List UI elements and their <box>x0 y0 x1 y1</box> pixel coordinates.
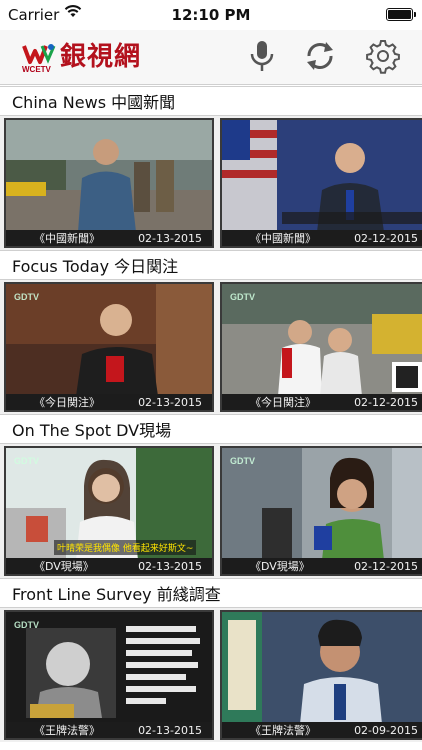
program-label: 《DV現場》 <box>250 560 310 573</box>
section-header-focus-today: Focus Today 今日関注 <box>0 250 422 280</box>
program-label: 《王牌法警》 <box>34 724 100 737</box>
date-label: 02-12-2015 <box>354 559 418 573</box>
program-label: 《DV現場》 <box>34 560 94 573</box>
brand-name: 銀視網 <box>60 42 142 72</box>
video-caption: 《DV現場》 02-12-2015 <box>222 558 422 574</box>
video-subtitle: 叶晴荣是我偶像 他看起来好斯文~ <box>54 540 197 555</box>
date-label: 02-12-2015 <box>354 395 418 409</box>
video-thumbnail[interactable]: GDTV 《DV現場》 02-12-2015 <box>220 446 422 576</box>
program-label: 《中國新聞》 <box>250 232 316 245</box>
video-preview-image <box>222 120 422 232</box>
video-preview-image <box>222 612 422 724</box>
video-thumbnail[interactable]: 《王牌法警》 02-09-2015 <box>220 610 422 740</box>
date-label: 02-09-2015 <box>354 723 418 737</box>
channel-watermark-icon: GDTV <box>14 620 40 630</box>
video-caption: 《中國新聞》 02-13-2015 <box>6 230 212 246</box>
section-header-on-the-spot: On The Spot DV現場 <box>0 414 422 444</box>
video-thumbnail[interactable]: 《中國新聞》 02-13-2015 <box>4 118 214 248</box>
video-thumbnail[interactable]: 《中國新聞》 02-12-2015 <box>220 118 422 248</box>
section-header-china-news: China News 中國新聞 <box>0 86 422 116</box>
video-thumbnail[interactable]: GDTV 叶晴荣是我偶像 他看起来好斯文~ 《DV現場》 02-13-2015 <box>4 446 214 576</box>
date-label: 02-12-2015 <box>354 231 418 245</box>
microphone-icon[interactable] <box>244 38 280 74</box>
video-caption: 《今日関注》 02-12-2015 <box>222 394 422 410</box>
date-label: 02-13-2015 <box>138 559 202 573</box>
wcetv-logo-icon <box>22 44 56 64</box>
thumb-row-front-line-survey: GDTV 《王牌法警》 02-13-2015 《王牌法警》 02-09-2015 <box>0 608 422 742</box>
video-caption: 《中國新聞》 02-12-2015 <box>222 230 422 246</box>
status-bar: Carrier 12:10 PM <box>0 0 422 30</box>
video-thumbnail[interactable]: GDTV 《今日関注》 02-12-2015 <box>220 282 422 412</box>
section-header-front-line-survey: Front Line Survey 前綫調查 <box>0 578 422 608</box>
date-label: 02-13-2015 <box>138 395 202 409</box>
channel-watermark-icon: GDTV <box>14 456 40 466</box>
thumb-row-on-the-spot: GDTV 叶晴荣是我偶像 他看起来好斯文~ 《DV現場》 02-13-2015 … <box>0 444 422 578</box>
battery-icon <box>386 8 416 21</box>
program-label: 《今日関注》 <box>34 396 100 409</box>
gear-icon[interactable] <box>365 38 401 74</box>
video-thumbnail[interactable]: GDTV 《王牌法警》 02-13-2015 <box>4 610 214 740</box>
video-caption: 《今日関注》 02-13-2015 <box>6 394 212 410</box>
video-caption: 《王牌法警》 02-09-2015 <box>222 722 422 738</box>
program-label: 《王牌法警》 <box>250 724 316 737</box>
status-time: 12:10 PM <box>171 6 251 24</box>
thumb-row-focus-today: GDTV 《今日関注》 02-13-2015 GDTV 《今日関注》 02-12… <box>0 280 422 414</box>
channel-watermark-icon: GDTV <box>14 292 40 302</box>
app-logo: WCETV 銀視網 <box>22 42 182 76</box>
video-caption: 《DV現場》 02-13-2015 <box>6 558 212 574</box>
video-caption: 《王牌法警》 02-13-2015 <box>6 722 212 738</box>
video-thumbnail[interactable]: GDTV 《今日関注》 02-13-2015 <box>4 282 214 412</box>
program-label: 《中國新聞》 <box>34 232 100 245</box>
refresh-icon[interactable] <box>302 38 338 74</box>
channel-watermark-icon: GDTV <box>230 456 256 466</box>
program-label: 《今日関注》 <box>250 396 316 409</box>
date-label: 02-13-2015 <box>138 231 202 245</box>
thumb-row-china-news: 《中國新聞》 02-13-2015 《中國新聞》 02-12-2015 <box>0 116 422 250</box>
video-list: China News 中國新聞 《中國新聞》 02-13-2015 《中國新聞》… <box>0 86 422 742</box>
nav-bar: WCETV 銀視網 <box>0 30 422 85</box>
video-preview-image <box>6 120 212 232</box>
brand-abbrev: WCETV <box>22 65 51 74</box>
date-label: 02-13-2015 <box>138 723 202 737</box>
channel-watermark-icon: GDTV <box>230 292 256 302</box>
